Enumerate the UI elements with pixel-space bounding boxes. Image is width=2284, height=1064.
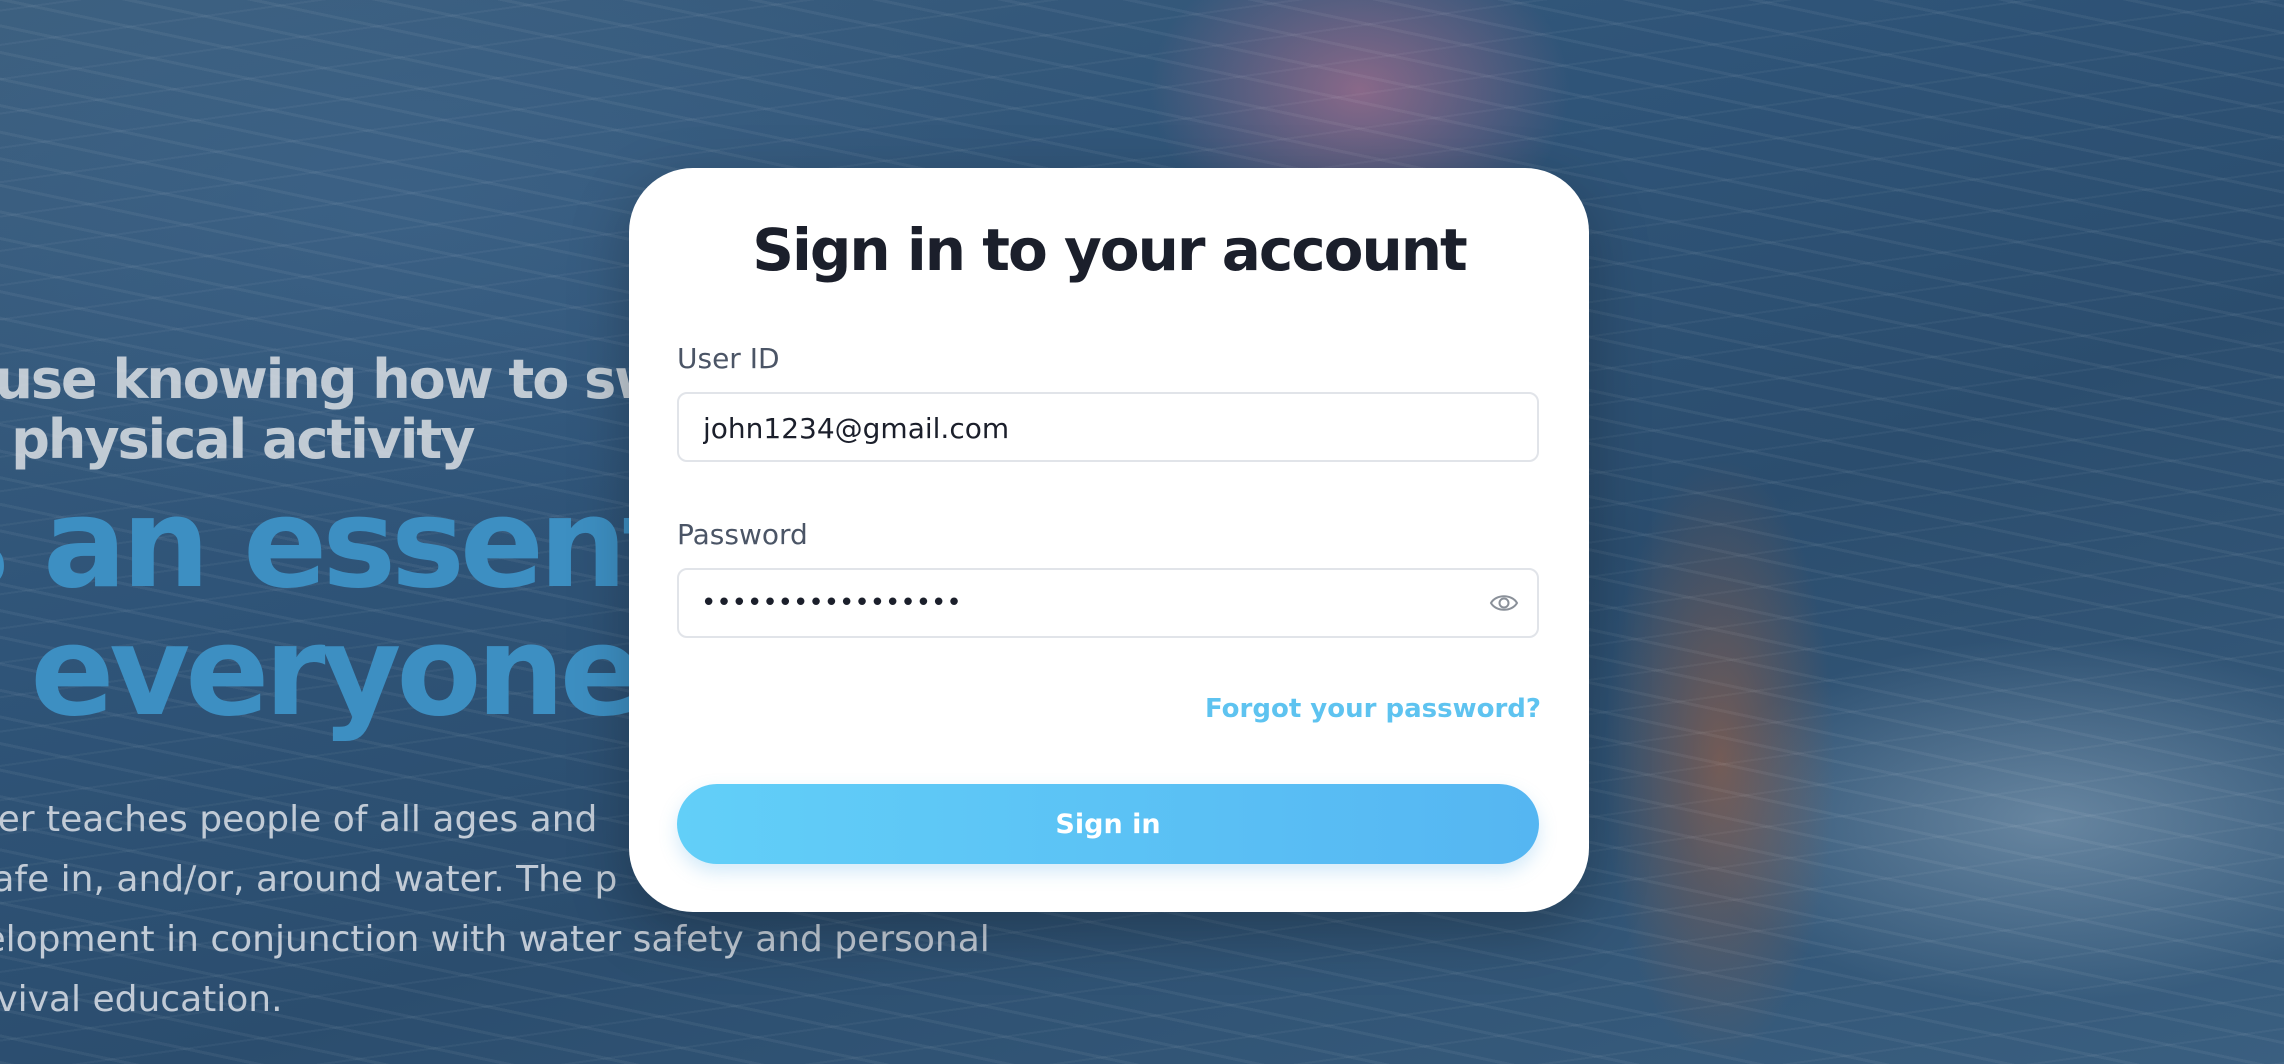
user-id-label: User ID [677,342,780,375]
password-field-wrapper: ••••••••••••••••• [677,568,1539,638]
login-title: Sign in to your account [752,216,1468,284]
user-id-field-wrapper [677,392,1539,462]
password-label: Password [677,518,808,551]
hero-subtitle-line: a physical activity [0,408,475,471]
hero-body-line: evelopment in conjunction with water saf… [0,919,990,960]
hero-headline-line: r everyone. [0,600,686,744]
forgot-password-link[interactable]: Forgot your password? [1205,694,1541,724]
hero-headline: s an essenti r everyone. [0,472,719,744]
eye-icon[interactable] [1489,590,1519,616]
hero-headline-line: s an essenti [0,472,719,616]
hero-body-line: survival education. [0,979,283,1020]
hero-subtitle-line: ause knowing how to swi [0,348,681,411]
login-card: Sign in to your account User ID Password… [629,168,1589,912]
user-id-input[interactable] [701,394,1465,462]
hero-subtitle: ause knowing how to swi a physical activ… [0,348,681,471]
sign-in-button[interactable]: Sign in [677,784,1539,864]
password-input[interactable]: ••••••••••••••••• [701,570,962,636]
